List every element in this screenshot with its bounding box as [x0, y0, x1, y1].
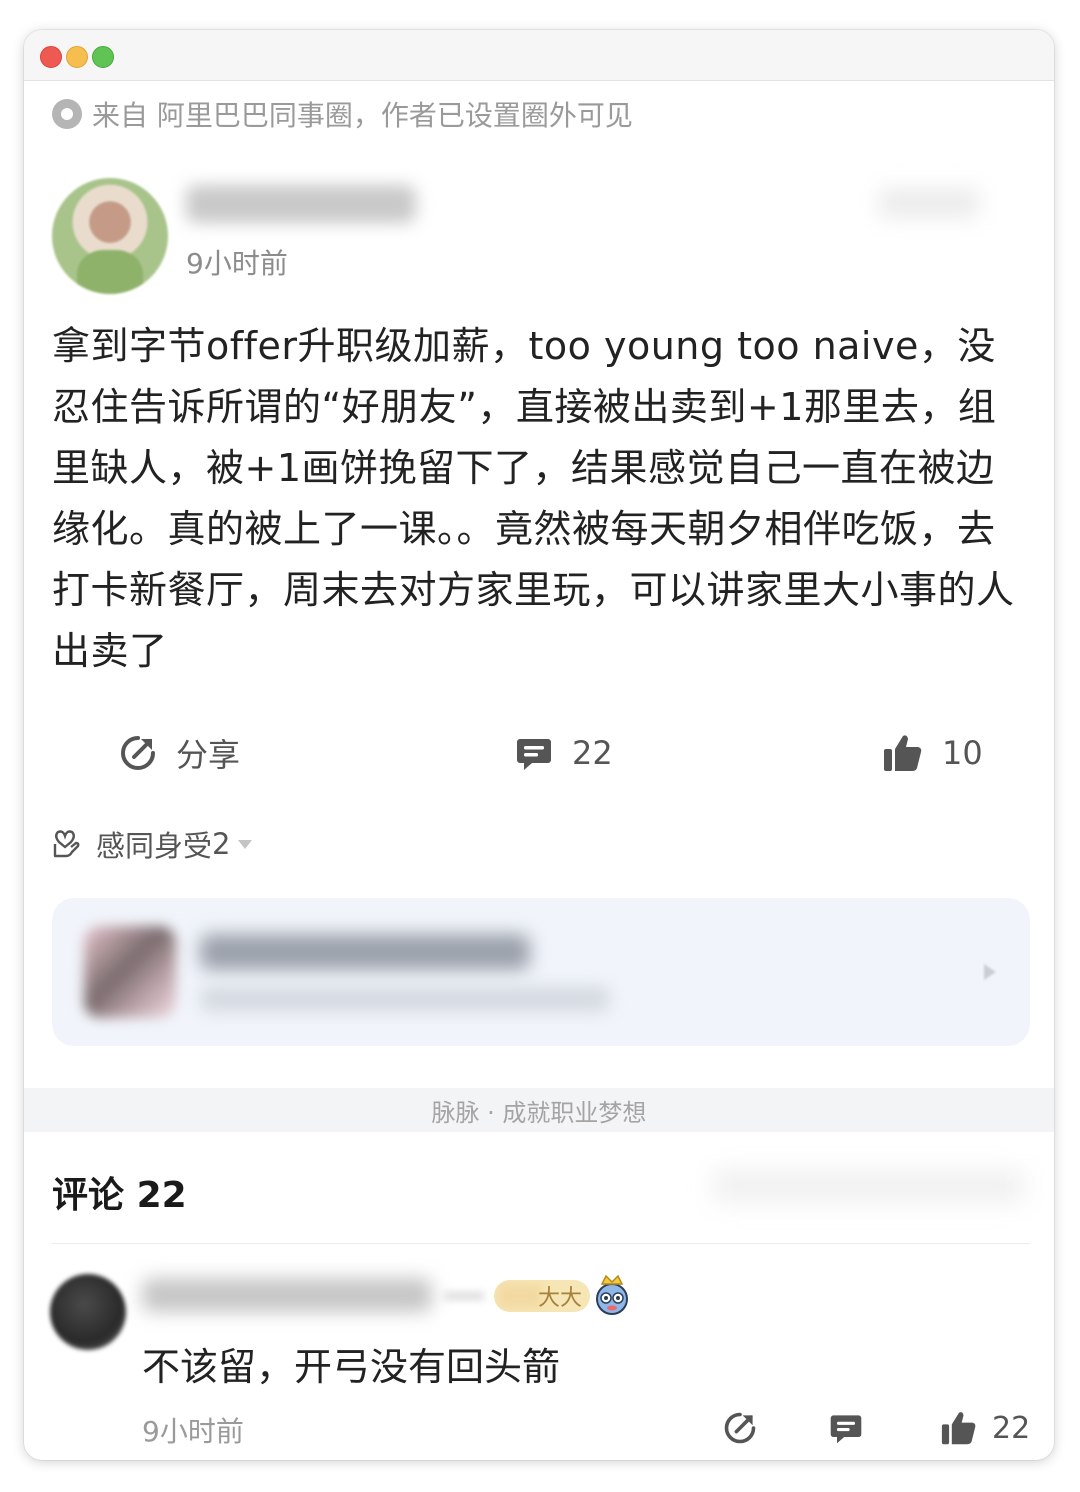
comments-header: 评论 22: [52, 1166, 187, 1218]
share-label: 分享: [176, 736, 241, 774]
recommended-title-blurred: [200, 934, 530, 970]
comments-header-label: 评论: [52, 1175, 125, 1216]
recommended-card[interactable]: [52, 898, 1030, 1046]
author-name-blurred[interactable]: [186, 185, 416, 223]
chevron-right-icon: [984, 964, 996, 980]
share-icon: [121, 736, 155, 770]
circle-target-icon: [52, 99, 82, 129]
author-avatar[interactable]: [52, 178, 168, 294]
commenter-avatar[interactable]: [50, 1274, 126, 1350]
comment-reply-button[interactable]: [828, 1408, 864, 1448]
comments-header-count: 22: [136, 1175, 187, 1216]
author-extra-blurred: [879, 188, 979, 218]
comment-icon: [830, 1415, 862, 1444]
hands-heart-icon: [53, 830, 80, 858]
recommended-thumbnail: [84, 926, 176, 1018]
recommended-subtitle-blurred: [200, 986, 610, 1012]
maximize-window-button[interactable]: [92, 46, 114, 68]
commenter-badge-text: 大大: [537, 1286, 582, 1311]
reaction-count: 2: [212, 827, 231, 861]
share-button[interactable]: 分享: [118, 730, 240, 776]
commenter-meta-blurred: [444, 1292, 484, 1300]
share-icon: [724, 1412, 756, 1444]
like-count: 10: [942, 734, 983, 772]
chevron-down-icon: [238, 839, 253, 849]
brand-slogan-band: 脉脉 · 成就职业梦想: [24, 1088, 1054, 1132]
window-titlebar: [24, 30, 1054, 81]
mascot-crown-icon: [596, 1274, 628, 1315]
thumbs-up-icon: [941, 1412, 976, 1445]
comments-sort-blurred[interactable]: [714, 1170, 1024, 1202]
post-source-text: 来自 阿里巴巴同事圈，作者已设置圈外可见: [92, 99, 633, 132]
comment-like-button[interactable]: 22: [940, 1408, 1030, 1448]
comment-text: 不该留，开弓没有回头箭: [142, 1345, 561, 1389]
commenter-name-blurred[interactable]: [142, 1278, 432, 1312]
comment-share-button[interactable]: [722, 1408, 758, 1448]
reaction-label: 感同身受: [96, 829, 213, 863]
close-window-button[interactable]: [40, 46, 62, 68]
thumbs-up-icon: [884, 735, 922, 771]
comment-count: 22: [572, 734, 613, 772]
divider: [52, 1243, 1030, 1244]
brand-slogan: 脉脉 · 成就职业梦想: [431, 1098, 647, 1127]
comment-like-count: 22: [992, 1410, 1031, 1446]
like-button[interactable]: 10: [882, 730, 983, 776]
comment-button[interactable]: 22: [514, 730, 613, 776]
minimize-window-button[interactable]: [66, 46, 88, 68]
comment-time: 9小时前: [142, 1415, 244, 1448]
post-source[interactable]: 来自 阿里巴巴同事圈，作者已设置圈外可见: [52, 94, 633, 134]
post-action-bar: 分享 22 10: [24, 730, 1054, 776]
comment-icon: [517, 739, 551, 770]
commenter-badge: 大大: [494, 1280, 590, 1312]
reaction-summary[interactable]: 感同身受 2: [52, 826, 253, 863]
post-time: 9小时前: [186, 247, 288, 280]
post-content: 拿到字节offer升职级加薪，too young too naive，没忍住告诉…: [52, 324, 1015, 673]
app-window: 来自 阿里巴巴同事圈，作者已设置圈外可见 9小时前 拿到字节offer升职级加薪…: [24, 30, 1054, 1460]
